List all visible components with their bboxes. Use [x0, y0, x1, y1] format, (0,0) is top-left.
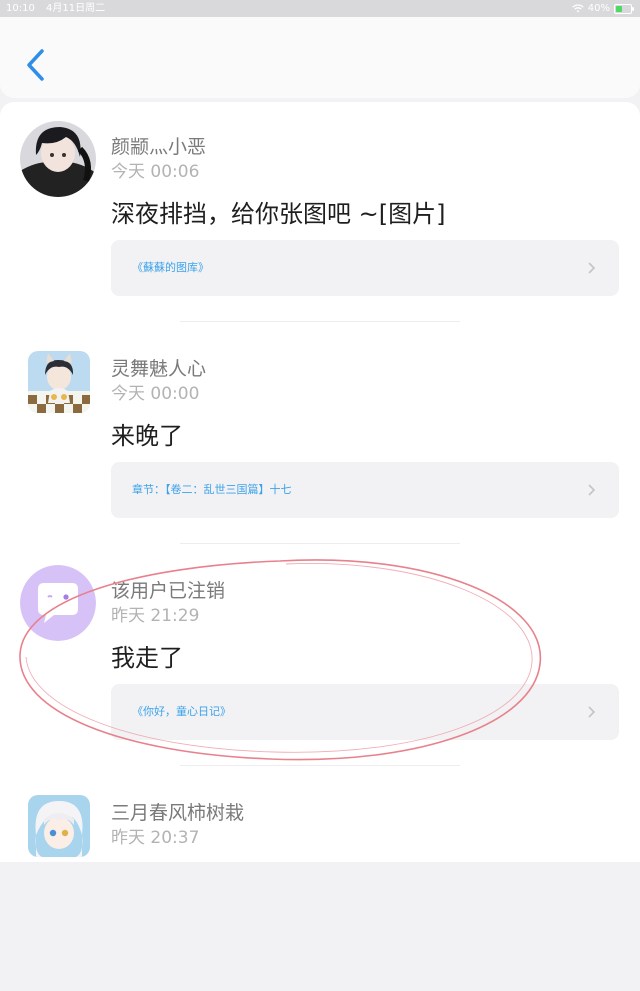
username[interactable]: 灵舞魅人心 [111, 354, 206, 381]
comment-text: 来晚了 [111, 422, 183, 450]
status-bar: 10:10 4月11日周二 40% [0, 0, 640, 17]
username[interactable]: 该用户已注销 [111, 576, 225, 603]
source-link-text: 章节：【卷二：乱世三国篇】十七 [132, 483, 292, 496]
comment-text: 我走了 [111, 644, 183, 672]
post-time: 今天 00:00 [111, 384, 200, 404]
nav-bar [0, 17, 640, 98]
chevron-right-icon [588, 262, 596, 274]
divider [180, 765, 460, 766]
deleted-user-avatar[interactable] [20, 565, 96, 641]
post-time: 今天 00:06 [111, 162, 200, 182]
source-link-card[interactable]: 章节：【卷二：乱世三国篇】十七 [111, 462, 619, 518]
status-time: 10:10 [6, 3, 35, 14]
post-time: 昨天 20:37 [111, 828, 200, 848]
divider [180, 321, 460, 322]
comment-item: 颜颛灬小恶 今天 00:06 深夜排挡，给你张图吧 ~[图片] 《蘇蘇的图库》 [0, 102, 640, 325]
chevron-right-icon [588, 706, 596, 718]
username[interactable]: 颜颛灬小恶 [111, 132, 206, 159]
comment-list: 颜颛灬小恶 今天 00:06 深夜排挡，给你张图吧 ~[图片] 《蘇蘇的图库》 [0, 102, 640, 862]
post-time: 昨天 21:29 [111, 606, 200, 626]
battery-percent: 40% [587, 3, 610, 14]
chevron-left-icon[interactable] [22, 45, 48, 85]
wifi-icon [572, 4, 584, 13]
comment-text: 深夜排挡，给你张图吧 ~[图片] [111, 200, 446, 228]
status-date: 4月11日周二 [46, 3, 106, 14]
avatar[interactable] [20, 121, 96, 197]
comment-item: 该用户已注销 昨天 21:29 我走了 《你好，童心日记》 [0, 546, 640, 769]
source-link-text: 《蘇蘇的图库》 [132, 261, 209, 274]
avatar[interactable] [28, 795, 90, 857]
source-link-card[interactable]: 《你好，童心日记》 [111, 684, 619, 740]
username[interactable]: 三月春风柿树栽 [111, 798, 244, 825]
source-link-text: 《你好，童心日记》 [132, 705, 231, 718]
comment-item: 灵舞魅人心 今天 00:00 来晚了 章节：【卷二：乱世三国篇】十七 [0, 324, 640, 547]
divider [180, 543, 460, 544]
chevron-right-icon [588, 484, 596, 496]
avatar[interactable] [28, 351, 90, 413]
battery-icon [614, 3, 634, 14]
source-link-card[interactable]: 《蘇蘇的图库》 [111, 240, 619, 296]
comment-item: 三月春风柿树栽 昨天 20:37 [0, 768, 640, 991]
